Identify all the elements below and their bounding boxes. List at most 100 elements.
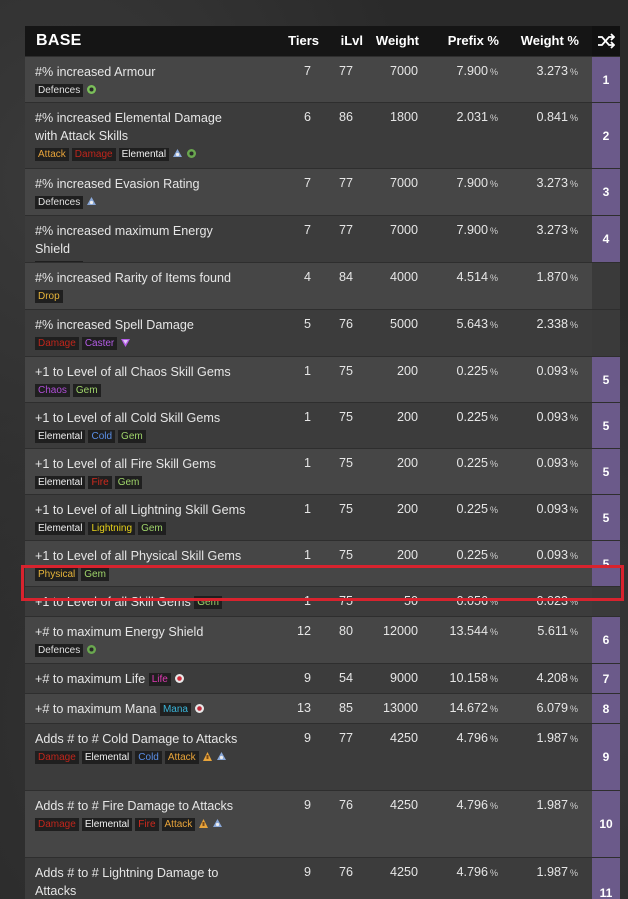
mod-name-text: +# to maximum Mana xyxy=(35,702,157,716)
tiers-cell: 9 xyxy=(303,671,311,685)
header-weight[interactable]: Weight xyxy=(365,26,419,56)
tag-defences: Defences xyxy=(35,644,84,657)
header-tiers[interactable]: Tiers xyxy=(281,26,319,56)
prefix-pct-cell: 7.900% xyxy=(456,176,498,190)
prefix-pct-cell: 0.225% xyxy=(456,364,498,378)
table-row[interactable]: +1 to Level of all Chaos Skill Gems Chaos… xyxy=(25,356,620,402)
table-row[interactable]: Adds # to # Lightning Damage toAttacksDa… xyxy=(25,857,620,899)
shuffle-button[interactable] xyxy=(592,26,620,56)
weight-cell: 5000 xyxy=(389,317,418,331)
prefix-pct-cell: 7.900% xyxy=(456,64,498,78)
tag-fire: Fire xyxy=(135,818,159,831)
tiers-cell: 1 xyxy=(303,548,311,562)
table-row[interactable]: #% increased Armour Defences 7 77 7000 7.900%… xyxy=(25,56,620,102)
group-cell: 5 xyxy=(592,449,620,494)
table-row[interactable]: #% increased Evasion Rating Defences 7 77 70… xyxy=(25,168,620,215)
tag-gem: Gem xyxy=(138,522,166,535)
header-weight-pct[interactable]: Weight % xyxy=(505,26,579,56)
mod-name-text: #% increased Spell Damage xyxy=(35,318,194,332)
mod-name-text: +1 to Level of all Cold Skill Gems xyxy=(35,411,221,425)
tiers-cell: 1 xyxy=(303,594,311,608)
int-icon xyxy=(86,642,97,654)
table-row[interactable]: #% increased maximum EnergyShieldDefence… xyxy=(25,215,620,274)
prefix-pct-cell: 0.225% xyxy=(456,410,498,424)
mod-name-cell: +1 to Level of all Fire Skill Gems Elemen… xyxy=(35,455,275,491)
tag-cold: Cold xyxy=(88,430,116,443)
mod-name-text: #% increased maximum Energy xyxy=(35,224,213,238)
ilvl-cell: 77 xyxy=(338,731,353,745)
tiers-cell: 9 xyxy=(303,731,311,745)
weight-pct-cell: 3.273% xyxy=(536,223,578,237)
mod-name-text: +# to maximum Energy Shield xyxy=(35,625,204,639)
mod-name-cell: +1 to Level of all Cold Skill Gems Elemen… xyxy=(35,409,275,445)
group-cell xyxy=(592,587,620,616)
table-row[interactable]: +# to maximum Life Life 9 54 9000 10.158% 4.2… xyxy=(25,663,620,693)
mod-name-cell: #% increased Armour Defences xyxy=(35,63,275,99)
mod-name-cell: Adds # to # Cold Damage to Attacks Damage… xyxy=(35,730,275,766)
tag-attack: Attack xyxy=(35,148,69,161)
table-row[interactable]: +1 to Level of all Skill Gems Gem 1 75 50 0.… xyxy=(25,586,620,616)
tag-chaos: Chaos xyxy=(35,384,70,397)
mod-name-cell: Adds # to # Lightning Damage toAttacksDa… xyxy=(35,864,275,899)
header-ilvl[interactable]: iLvl xyxy=(325,26,363,56)
tiers-cell: 9 xyxy=(303,865,311,879)
weight-cell: 7000 xyxy=(389,176,418,190)
tag-elemental: Elemental xyxy=(118,148,170,161)
tag-elemental: Elemental xyxy=(35,522,86,535)
ilvl-cell: 80 xyxy=(338,624,353,638)
table-row[interactable]: Adds # to # Cold Damage to Attacks Damage… xyxy=(25,723,620,790)
ilvl-cell: 75 xyxy=(338,548,353,562)
life-icon xyxy=(174,671,185,683)
tag-fire: Fire xyxy=(88,476,112,489)
tiers-cell: 9 xyxy=(303,798,311,812)
group-cell: 9 xyxy=(592,724,620,790)
table-row[interactable]: +1 to Level of all Physical Skill Gems Ph… xyxy=(25,540,620,586)
group-cell: 10 xyxy=(592,791,620,857)
table-row[interactable]: #% increased Elemental Damage with Attack… xyxy=(25,102,620,168)
table-row[interactable]: #% increased Rarity of Items found Drop 4 8… xyxy=(25,262,620,309)
tag-gem: Gem xyxy=(194,596,222,609)
dex-icon xyxy=(212,816,223,827)
mod-name-cell: +1 to Level of all Physical Skill Gems Ph… xyxy=(35,547,275,583)
mod-name-cell: Adds # to # Fire Damage to Attacks Damage… xyxy=(35,797,275,833)
mod-name-cell: #% increased Evasion Rating Defences xyxy=(35,175,275,211)
table-row[interactable]: +1 to Level of all Cold Skill Gems Elemen… xyxy=(25,402,620,448)
table-row[interactable]: +1 to Level of all Lightning Skill Gems E… xyxy=(25,494,620,540)
table-row[interactable]: +# to maximum Mana Mana 13 85 13000 14.672% 6… xyxy=(25,693,620,723)
ilvl-cell: 54 xyxy=(338,671,353,685)
mod-name-text: +1 to Level of all Chaos Skill Gems xyxy=(35,365,231,379)
prefix-pct-cell: 2.031% xyxy=(456,110,498,124)
tiers-cell: 7 xyxy=(303,64,311,78)
mod-name-text: #% increased Rarity of Items found xyxy=(35,271,231,285)
header-prefix-pct[interactable]: Prefix % xyxy=(429,26,499,56)
weight-pct-cell: 0.093% xyxy=(536,410,578,424)
weight-cell: 13000 xyxy=(382,701,418,715)
prefix-pct-cell: 4.796% xyxy=(456,731,498,745)
dex-icon xyxy=(216,749,227,760)
tiers-cell: 13 xyxy=(296,701,311,715)
weight-cell: 200 xyxy=(396,502,418,516)
group-cell: 7 xyxy=(592,664,620,693)
weight-cell: 9000 xyxy=(389,671,418,685)
mod-name-text: Attacks xyxy=(35,884,77,898)
mod-name-cell: #% increased Elemental Damage with Attack… xyxy=(35,109,275,163)
weight-pct-cell: 0.093% xyxy=(536,548,578,562)
table-row[interactable]: Adds # to # Fire Damage to Attacks Damage… xyxy=(25,790,620,857)
table-row[interactable]: +1 to Level of all Fire Skill Gems Elemen… xyxy=(25,448,620,494)
mod-name-text: Adds # to # Cold Damage to Attacks xyxy=(35,732,238,746)
table-row[interactable]: #% increased Spell Damage Damage Caster 5 76… xyxy=(25,309,620,356)
table-row[interactable]: +# to maximum Energy Shield Defences 12 80 1… xyxy=(25,616,620,663)
ilvl-cell: 75 xyxy=(338,594,353,608)
tag-elemental: Elemental xyxy=(81,818,133,831)
str-icon xyxy=(86,82,97,94)
weight-cell: 1800 xyxy=(389,110,418,124)
group-cell: 4 xyxy=(592,216,620,262)
mod-name-text: +1 to Level of all Physical Skill Gems xyxy=(35,549,242,563)
tag-life: Life xyxy=(148,673,171,686)
header-base[interactable]: BASE xyxy=(36,26,82,56)
weight-pct-cell: 0.093% xyxy=(536,456,578,470)
ilvl-cell: 75 xyxy=(338,410,353,424)
prefix-pct-cell: 4.796% xyxy=(456,865,498,879)
tag-gem: Gem xyxy=(81,568,109,581)
weight-pct-cell: 1.870% xyxy=(536,270,578,284)
